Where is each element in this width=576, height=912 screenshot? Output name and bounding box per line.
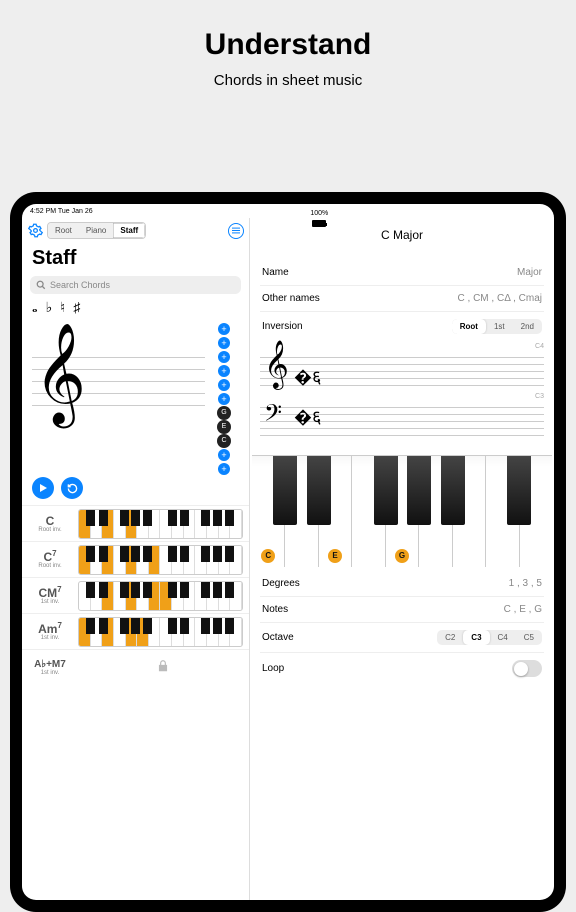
piano-black-key[interactable] (441, 456, 465, 525)
piano-black-key[interactable] (507, 456, 531, 525)
tab-root[interactable]: Root (48, 223, 79, 238)
chord-label: A♭+M71st inv. (22, 660, 78, 677)
label-octave: Octave (262, 632, 294, 643)
treble-clef-icon: 𝄞 (34, 331, 86, 419)
filter-icon[interactable] (228, 223, 244, 239)
piano-black-key[interactable] (273, 456, 297, 525)
piano-black-key[interactable] (407, 456, 431, 525)
add-note-icon[interactable]: + (218, 351, 230, 363)
settings-icon[interactable] (27, 223, 43, 239)
octave-c3[interactable]: C3 (463, 630, 489, 645)
chord-note[interactable]: E (217, 420, 231, 434)
bass-clef-icon: 𝄢 (264, 401, 282, 433)
mini-keyboard (78, 545, 243, 575)
chord-list-item[interactable]: Am71st inv. (22, 614, 249, 650)
tablet-frame: 4:52 PM Tue Jan 26 100% Root Piano (10, 192, 566, 912)
piano-black-key[interactable] (307, 456, 331, 525)
add-note-icon[interactable]: + (218, 365, 230, 377)
label-othernames: Other names (262, 293, 320, 304)
hero-title: Understand (0, 28, 576, 62)
staff-notation: C4 𝄞 �६ C3 𝄢 �६ (250, 341, 554, 451)
accidental-sharp[interactable]: ♯ (73, 301, 80, 317)
accidental-flat[interactable]: ♭ (46, 300, 53, 317)
tab-staff[interactable]: Staff (113, 223, 145, 238)
add-note-icon[interactable]: + (218, 393, 230, 405)
tab-piano[interactable]: Piano (79, 223, 113, 238)
chord-list-item[interactable]: C7Root inv. (22, 542, 249, 578)
accidental-wholenote[interactable]: 𝅝 (32, 301, 38, 317)
chord-notation: �६ (294, 365, 321, 389)
piano-keyboard[interactable]: CEG (252, 455, 552, 567)
lock-icon (156, 659, 170, 678)
value-name: Major (517, 267, 542, 278)
chord-note[interactable]: C (217, 434, 231, 448)
view-segmented[interactable]: Root Piano Staff (47, 222, 146, 239)
left-title: Staff (22, 243, 249, 276)
octave-label-top: C4 (535, 343, 544, 350)
inversion-segmented[interactable]: Root 1st 2nd (452, 319, 542, 334)
status-battery-pct: 100% (310, 210, 328, 217)
chord-list-item[interactable]: CM71st inv. (22, 578, 249, 614)
chord-label: Am71st inv. (22, 622, 78, 642)
play-button[interactable] (32, 477, 54, 499)
label-inversion: Inversion (262, 321, 303, 332)
wifi-icon (314, 204, 324, 207)
key-label: E (328, 549, 342, 563)
octave-segmented[interactable]: C2 C3 C4 C5 (437, 630, 542, 645)
add-note-icon[interactable]: + (218, 337, 230, 349)
add-note-icon[interactable]: + (218, 323, 230, 335)
chord-list: CRoot inv. C7Root inv. CM71st inv. Am71st i… (22, 505, 249, 686)
mini-keyboard (78, 617, 243, 647)
treble-clef-icon: 𝄞 (264, 341, 289, 389)
status-bar: 4:52 PM Tue Jan 26 100% (22, 204, 554, 218)
key-label: G (395, 549, 409, 563)
inversion-2nd[interactable]: 2nd (513, 319, 542, 334)
label-notes: Notes (262, 604, 288, 615)
loop-toggle[interactable] (512, 660, 542, 677)
hero-subtitle: Chords in sheet music (0, 72, 576, 89)
chord-notation: �६ (294, 405, 321, 429)
chord-label: C7Root inv. (22, 550, 78, 570)
mini-keyboard (78, 509, 243, 539)
screen: 4:52 PM Tue Jan 26 100% Root Piano (22, 204, 554, 900)
octave-c2[interactable]: C2 (437, 630, 463, 645)
search-input[interactable]: Search Chords (30, 276, 241, 294)
right-pane: C Major Name Major Other names C , CM , … (250, 218, 554, 900)
inversion-root[interactable]: Root (452, 319, 486, 334)
chord-label: CM71st inv. (22, 586, 78, 606)
left-pane: Root Piano Staff Staff Search Chords 𝅝 ♭… (22, 218, 250, 900)
value-notes: C , E , G (504, 604, 542, 615)
add-note-icon[interactable]: + (218, 379, 230, 391)
octave-c5[interactable]: C5 (516, 630, 542, 645)
mini-keyboard (78, 581, 243, 611)
search-placeholder: Search Chords (50, 280, 110, 290)
label-loop: Loop (262, 663, 284, 674)
label-name: Name (262, 267, 289, 278)
accidental-natural[interactable]: ♮ (60, 300, 65, 317)
chord-list-item[interactable]: CRoot inv. (22, 506, 249, 542)
label-degrees: Degrees (262, 578, 300, 589)
octave-label-bottom: C3 (535, 393, 544, 400)
accidental-row: 𝅝 ♭ ♮ ♯ (22, 294, 249, 321)
piano-black-key[interactable] (374, 456, 398, 525)
chord-label: CRoot inv. (22, 514, 78, 534)
add-note-icon[interactable]: + (218, 449, 230, 461)
key-label: C (261, 549, 275, 563)
add-note-icon[interactable]: + (218, 463, 230, 475)
value-degrees: 1 , 3 , 5 (509, 578, 542, 589)
chord-note[interactable]: G (217, 406, 231, 420)
reset-button[interactable] (61, 477, 83, 499)
chord-title: C Major (250, 218, 554, 260)
inversion-1st[interactable]: 1st (486, 319, 513, 334)
octave-c4[interactable]: C4 (490, 630, 516, 645)
chord-list-item-locked[interactable]: A♭+M71st inv. (22, 650, 249, 686)
battery-icon (312, 220, 326, 227)
status-time: 4:52 PM Tue Jan 26 (30, 208, 93, 215)
note-column[interactable]: + + + + + + G E C + + (205, 321, 243, 469)
staff-editor[interactable]: 𝄞 + + + + + + G E C + + (22, 321, 249, 473)
value-othernames: C , CM , CΔ , Cmaj (458, 293, 542, 304)
search-icon (36, 280, 46, 290)
